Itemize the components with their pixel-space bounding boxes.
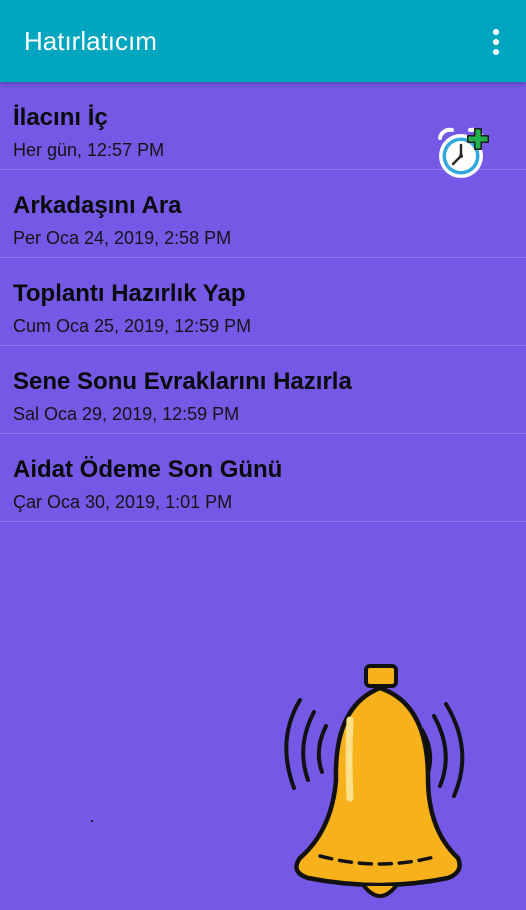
menu-dot <box>493 49 499 55</box>
menu-dot <box>493 29 499 35</box>
reminder-title: Toplantı Hazırlık Yap <box>13 280 246 307</box>
menu-dot <box>493 39 499 45</box>
app-title: Hatırlatıcım <box>24 26 157 56</box>
reminder-title: Sene Sonu Evraklarını Hazırla <box>13 368 352 395</box>
list-item[interactable]: Toplantı Hazırlık Yap Cum Oca 25, 2019, … <box>0 258 526 346</box>
add-alarm-icon[interactable] <box>432 124 492 184</box>
reminder-title: Arkadaşını Ara <box>13 192 182 219</box>
bell-graphic <box>284 664 465 898</box>
reminder-schedule: Çar Oca 30, 2019, 1:01 PM <box>13 492 233 512</box>
list-item[interactable]: Aidat Ödeme Son Günü Çar Oca 30, 2019, 1… <box>0 434 526 522</box>
reminder-schedule: Sal Oca 29, 2019, 12:59 PM <box>13 404 240 424</box>
list-item[interactable]: Sene Sonu Evraklarını Hazırla Sal Oca 29… <box>0 346 526 434</box>
add-alarm-graphic <box>438 127 489 178</box>
reminder-schedule: Per Oca 24, 2019, 2:58 PM <box>13 228 232 248</box>
app-bar: Hatırlatıcım <box>0 0 526 82</box>
ringing-bell-icon <box>268 660 478 905</box>
more-options-icon[interactable] <box>488 27 504 57</box>
reminder-schedule: Her gün, 12:57 PM <box>13 140 165 160</box>
reminder-title: İlacını İç <box>13 104 108 131</box>
decorative-dot <box>91 820 93 822</box>
reminder-schedule: Cum Oca 25, 2019, 12:59 PM <box>13 316 252 336</box>
reminder-list-screen: İlacını İç Her gün, 12:57 PM Arkadaşını … <box>0 82 526 900</box>
reminder-title: Aidat Ödeme Son Günü <box>13 456 283 483</box>
